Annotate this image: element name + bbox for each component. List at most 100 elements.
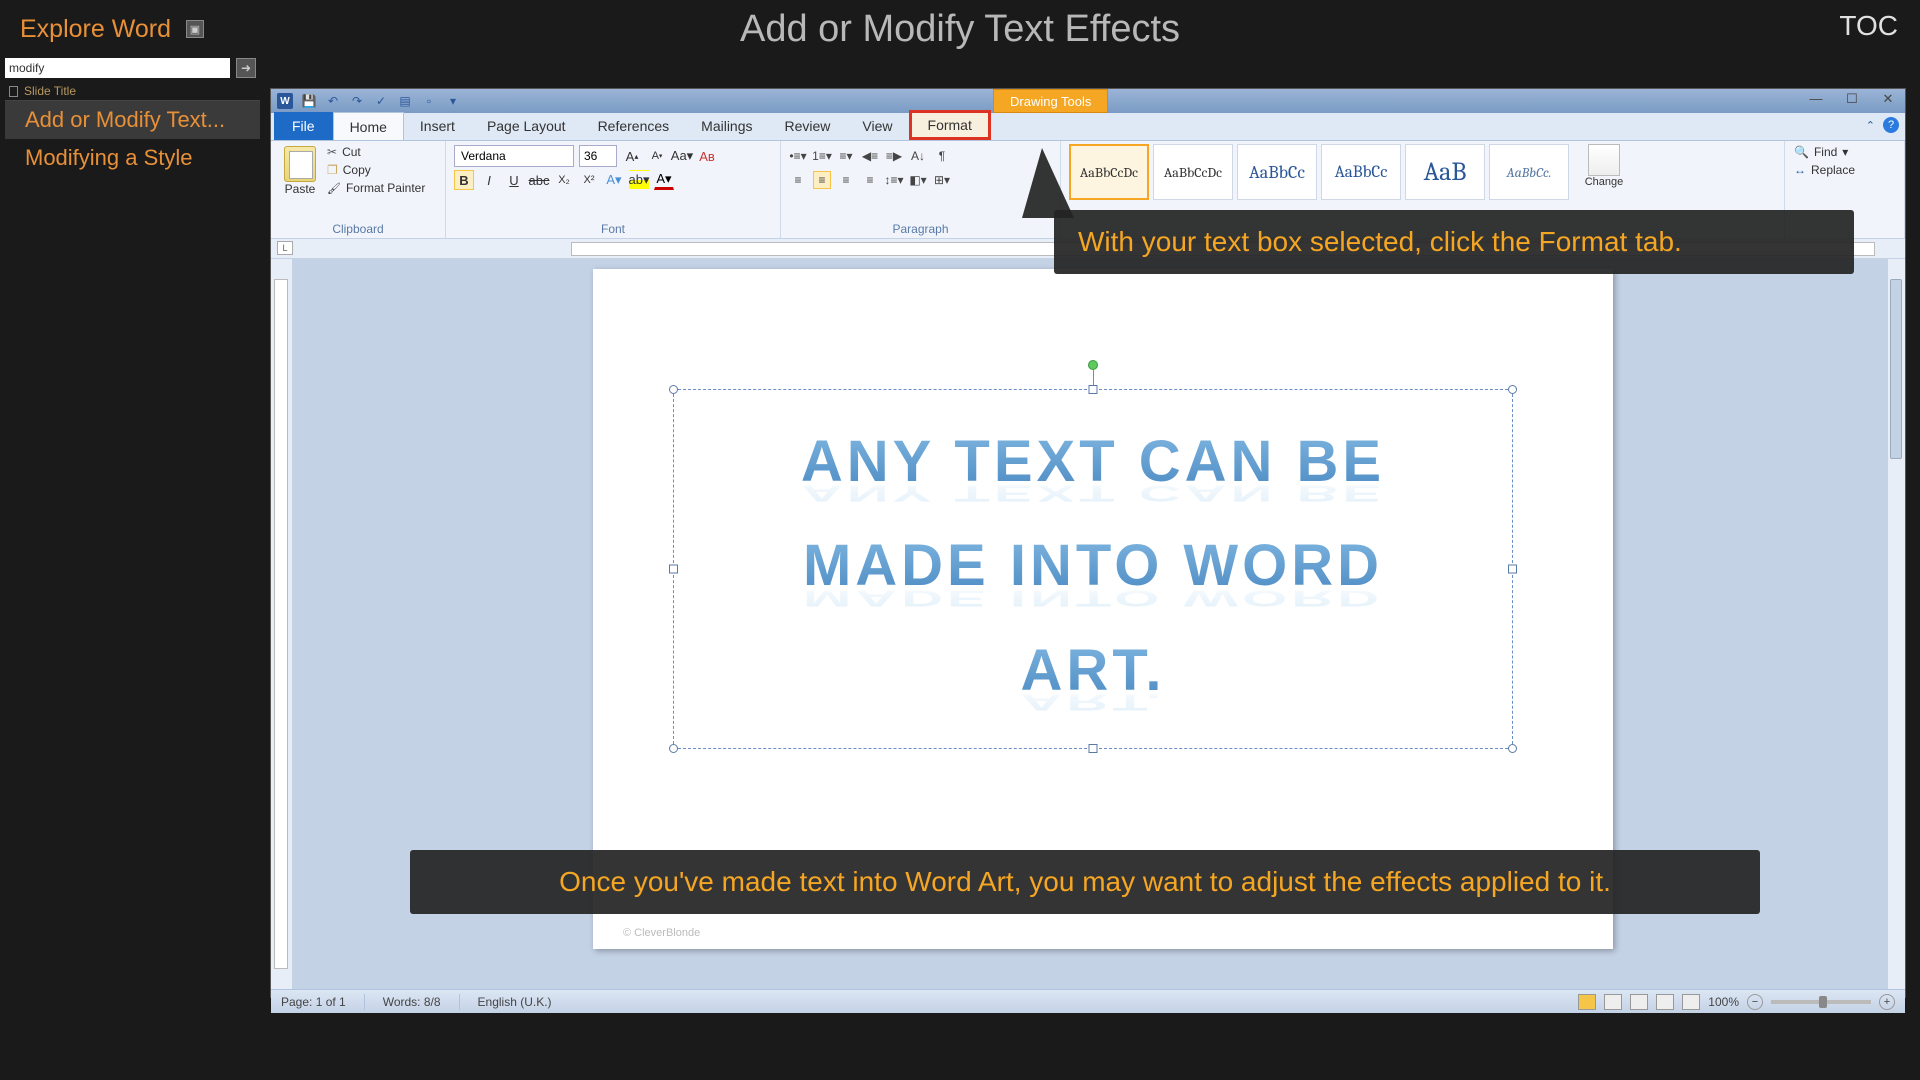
zoom-level[interactable]: 100%: [1708, 995, 1739, 1009]
change-case-icon[interactable]: Aa▾: [672, 146, 692, 166]
align-left-icon[interactable]: ≡: [789, 171, 807, 189]
replace-button[interactable]: ↔Replace: [1793, 162, 1896, 178]
save-icon[interactable]: 💾: [301, 93, 317, 109]
tab-review[interactable]: Review: [769, 112, 847, 140]
highlight-icon[interactable]: ab▾: [629, 170, 649, 190]
paste-label: Paste: [285, 182, 316, 196]
document-page[interactable]: ANY TEXT CAN BE MADE INTO WORD ART. © Cl…: [593, 269, 1613, 949]
tab-page-layout[interactable]: Page Layout: [471, 112, 582, 140]
maximize-button[interactable]: ☐: [1841, 91, 1863, 107]
strike-button[interactable]: abc: [529, 170, 549, 190]
tab-mailings[interactable]: Mailings: [685, 112, 768, 140]
italic-button[interactable]: I: [479, 170, 499, 190]
search-input[interactable]: [5, 58, 230, 78]
zoom-slider[interactable]: [1771, 1000, 1871, 1004]
format-painter-button[interactable]: Format Painter: [325, 180, 427, 196]
view-outline-icon[interactable]: [1656, 994, 1674, 1010]
vertical-scrollbar[interactable]: [1887, 259, 1905, 989]
style-normal[interactable]: AaBbCcDc: [1069, 144, 1149, 200]
zoom-in-button[interactable]: +: [1879, 994, 1895, 1010]
bullets-icon[interactable]: •≡▾: [789, 147, 807, 165]
style-nospacing[interactable]: AaBbCcDc: [1153, 144, 1233, 200]
decrease-indent-icon[interactable]: ◀≡: [861, 147, 879, 165]
nav-item-modifying-style[interactable]: Modifying a Style: [5, 139, 260, 177]
rotation-handle-icon[interactable]: [1088, 360, 1098, 370]
bold-button[interactable]: B: [454, 170, 474, 190]
borders-icon[interactable]: ⊞▾: [933, 171, 951, 189]
redo-icon[interactable]: ↷: [349, 93, 365, 109]
clipboard-group: Paste Cut Copy Format Painter Clipboard: [271, 141, 446, 238]
font-size-input[interactable]: [579, 145, 617, 167]
status-bar: Page: 1 of 1 Words: 8/8 English (U.K.) 1…: [271, 989, 1905, 1013]
superscript-button[interactable]: X²: [579, 170, 599, 190]
resize-handle[interactable]: [669, 744, 678, 753]
ribbon-collapse-icon[interactable]: ⌃: [1866, 119, 1875, 132]
undo-icon[interactable]: ↶: [325, 93, 341, 109]
tab-file[interactable]: File: [274, 112, 333, 140]
style-title[interactable]: AaB: [1405, 144, 1485, 200]
toc-link[interactable]: TOC: [1839, 10, 1898, 42]
clear-formatting-icon[interactable]: Aʙ: [697, 146, 717, 166]
text-effects-icon[interactable]: A▾: [604, 170, 624, 190]
numbering-icon[interactable]: 1≡▾: [813, 147, 831, 165]
resize-handle[interactable]: [1089, 385, 1098, 394]
view-print-layout-icon[interactable]: [1578, 994, 1596, 1010]
status-page[interactable]: Page: 1 of 1: [281, 995, 346, 1009]
search-go-icon[interactable]: ➜: [236, 58, 256, 78]
find-button[interactable]: 🔍Find ▾: [1793, 144, 1896, 160]
grow-font-icon[interactable]: A▴: [622, 146, 642, 166]
status-words[interactable]: Words: 8/8: [383, 995, 441, 1009]
cut-button[interactable]: Cut: [325, 144, 427, 160]
tab-format[interactable]: Format: [909, 110, 991, 140]
resize-handle[interactable]: [1089, 744, 1098, 753]
qat-dropdown-icon[interactable]: ▾: [445, 93, 461, 109]
close-button[interactable]: ✕: [1877, 91, 1899, 107]
change-styles-button[interactable]: Change: [1579, 144, 1629, 200]
view-fullscreen-icon[interactable]: [1604, 994, 1622, 1010]
nav-item-add-modify[interactable]: Add or Modify Text...: [5, 101, 260, 139]
tab-view[interactable]: View: [846, 112, 908, 140]
view-draft-icon[interactable]: [1682, 994, 1700, 1010]
qat-new-icon[interactable]: ▫: [421, 93, 437, 109]
multilevel-icon[interactable]: ≡▾: [837, 147, 855, 165]
line-spacing-icon[interactable]: ↕≡▾: [885, 171, 903, 189]
tab-selector[interactable]: L: [277, 241, 293, 255]
style-heading1[interactable]: AaBbCc: [1237, 144, 1317, 200]
underline-button[interactable]: U: [504, 170, 524, 190]
sort-icon[interactable]: A↓: [909, 147, 927, 165]
zoom-out-button[interactable]: −: [1747, 994, 1763, 1010]
status-language[interactable]: English (U.K.): [478, 995, 552, 1009]
font-color-icon[interactable]: A▾: [654, 170, 674, 190]
align-right-icon[interactable]: ≡: [837, 171, 855, 189]
resize-handle[interactable]: [1508, 744, 1517, 753]
resize-handle[interactable]: [1508, 385, 1517, 394]
minimize-button[interactable]: —: [1805, 91, 1827, 107]
view-web-icon[interactable]: [1630, 994, 1648, 1010]
find-icon: 🔍: [1794, 145, 1809, 159]
font-name-input[interactable]: [454, 145, 574, 167]
tab-insert[interactable]: Insert: [404, 112, 471, 140]
justify-icon[interactable]: ≡: [861, 171, 879, 189]
tab-references[interactable]: References: [582, 112, 686, 140]
expand-icon[interactable]: ▣: [186, 20, 204, 38]
help-icon[interactable]: ?: [1883, 117, 1899, 133]
style-heading2[interactable]: AaBbCc: [1321, 144, 1401, 200]
show-marks-icon[interactable]: ¶: [933, 147, 951, 165]
subscript-button[interactable]: X₂: [554, 170, 574, 190]
shrink-font-icon[interactable]: A▾: [647, 146, 667, 166]
resize-handle[interactable]: [669, 385, 678, 394]
wordart-content[interactable]: ANY TEXT CAN BE MADE INTO WORD ART.: [674, 390, 1512, 723]
wordart-textbox[interactable]: ANY TEXT CAN BE MADE INTO WORD ART.: [673, 389, 1513, 749]
qat-spell-icon[interactable]: ✓: [373, 93, 389, 109]
copy-button[interactable]: Copy: [325, 162, 427, 178]
increase-indent-icon[interactable]: ≡▶: [885, 147, 903, 165]
align-center-icon[interactable]: ≡: [813, 171, 831, 189]
paragraph-group-label: Paragraph: [789, 222, 1052, 236]
titlebar: W 💾 ↶ ↷ ✓ ▤ ▫ ▾ Drawing Tools — ☐ ✕: [271, 89, 1905, 113]
paste-button[interactable]: Paste: [279, 144, 321, 198]
copy-icon: [327, 163, 338, 177]
style-subtitle[interactable]: AaBbCc.: [1489, 144, 1569, 200]
tab-home[interactable]: Home: [333, 112, 404, 140]
qat-print-icon[interactable]: ▤: [397, 93, 413, 109]
shading-icon[interactable]: ◧▾: [909, 171, 927, 189]
